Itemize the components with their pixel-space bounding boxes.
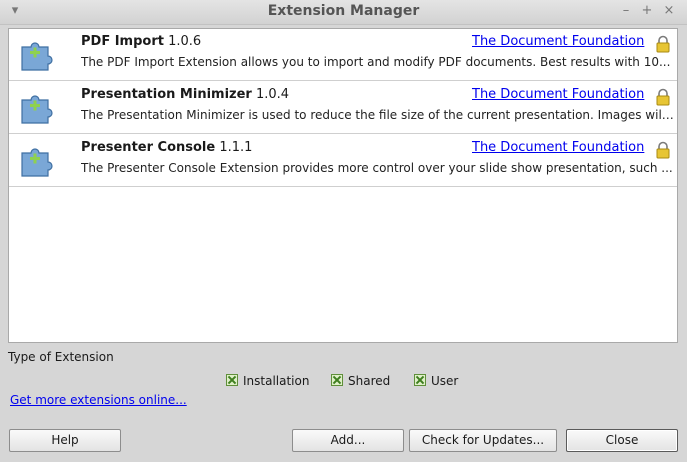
extension-name: Presentation Minimizer	[81, 87, 252, 102]
get-more-extensions-link[interactable]: Get more extensions online...	[10, 393, 187, 407]
puzzle-piece-icon	[21, 42, 53, 71]
extension-title: Presenter Console 1.1.1	[81, 140, 252, 155]
checkbox-checked-icon[interactable]	[226, 374, 238, 386]
minimize-button[interactable]: –	[617, 2, 635, 20]
check-for-updates-button[interactable]: Check for Updates...	[409, 429, 557, 452]
lock-icon	[656, 141, 670, 159]
extension-title: Presentation Minimizer 1.0.4	[81, 87, 289, 102]
close-button[interactable]: Close	[566, 429, 678, 452]
extension-version: 1.0.6	[168, 34, 202, 49]
publisher-link[interactable]: The Document Foundation	[472, 87, 644, 102]
close-window-button[interactable]: ×	[660, 2, 678, 20]
publisher-link[interactable]: The Document Foundation	[472, 140, 644, 155]
checkbox-checked-icon[interactable]	[331, 374, 343, 386]
extension-item-pdf-import[interactable]: PDF Import 1.0.6 The Document Foundation…	[9, 29, 677, 81]
help-button[interactable]: Help	[9, 429, 121, 452]
type-of-extension-label: Type of Extension	[8, 350, 114, 364]
maximize-button[interactable]: +	[638, 2, 656, 20]
extension-description: The PDF Import Extension allows you to i…	[81, 55, 671, 69]
lock-icon	[656, 35, 670, 53]
checkbox-label: User	[431, 374, 459, 388]
extension-version: 1.1.1	[219, 140, 253, 155]
publisher-link[interactable]: The Document Foundation	[472, 34, 644, 49]
lock-icon	[656, 88, 670, 106]
extension-item-presentation-minimizer[interactable]: Presentation Minimizer 1.0.4 The Documen…	[9, 82, 677, 134]
checkbox-label: Installation	[243, 374, 310, 388]
extension-title: PDF Import 1.0.6	[81, 34, 201, 49]
checkbox-checked-icon[interactable]	[414, 374, 426, 386]
puzzle-piece-icon	[21, 148, 53, 177]
title-bar: ▾ Extension Manager – + ×	[0, 0, 687, 25]
window-title: Extension Manager	[267, 3, 420, 19]
add-button[interactable]: Add...	[292, 429, 404, 452]
extension-item-presenter-console[interactable]: Presenter Console 1.1.1 The Document Fou…	[9, 135, 677, 187]
checkbox-label: Shared	[348, 374, 391, 388]
extension-name: PDF Import	[81, 34, 164, 49]
extension-list[interactable]: PDF Import 1.0.6 The Document Foundation…	[8, 28, 678, 343]
extension-name: Presenter Console	[81, 140, 216, 155]
puzzle-piece-icon	[21, 95, 53, 124]
extension-description: The Presentation Minimizer is used to re…	[81, 108, 675, 122]
extension-description: The Presenter Console Extension provides…	[81, 161, 673, 175]
extension-version: 1.0.4	[255, 87, 290, 102]
